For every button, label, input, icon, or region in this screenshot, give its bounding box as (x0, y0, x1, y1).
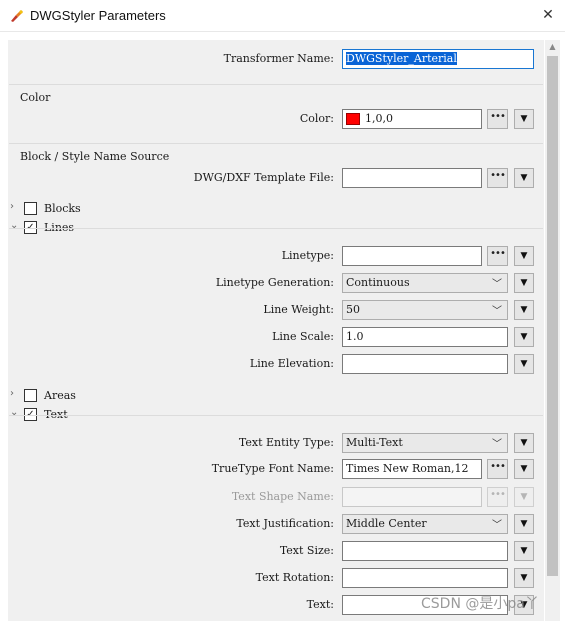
color-value: 1,0,0 (365, 112, 393, 125)
text-size-row: Text Size: ▼ (9, 541, 543, 563)
transformer-group: Transformer Name: DWGStyler_Arterial (9, 40, 543, 78)
window-title: DWGStyler Parameters (30, 8, 166, 23)
linetype-row: Linetype: ••• ▼ (9, 246, 543, 268)
linetype-generation-select[interactable]: Continuous ﹀ (342, 273, 508, 293)
text-size-label: Text Size: (279, 544, 334, 557)
text-panel: Text Entity Type: Multi-Text ﹀ ▼ TrueTyp… (9, 415, 543, 621)
linetype-generation-row: Linetype Generation: Continuous ﹀ ▼ (9, 273, 543, 295)
linetype-input[interactable] (342, 246, 482, 266)
linetype-browse-button[interactable]: ••• (487, 246, 508, 266)
text-entity-type-value: Multi-Text (346, 436, 403, 449)
areas-label: Areas (44, 389, 76, 402)
chevron-down-icon: ﹀ (492, 439, 502, 450)
text-justification-menu-button[interactable]: ▼ (514, 514, 534, 534)
line-weight-row: Line Weight: 50 ﹀ ▼ (9, 300, 543, 322)
line-weight-select[interactable]: 50 ﹀ (342, 300, 508, 320)
text-justification-value: Middle Center (346, 517, 427, 530)
vertical-scrollbar[interactable]: ▲ (545, 40, 560, 621)
truetype-font-menu-button[interactable]: ▼ (514, 459, 534, 479)
template-file-label: DWG/DXF Template File: (193, 171, 334, 184)
linetype-generation-value: Continuous (346, 276, 410, 289)
transformer-name-input[interactable]: DWGStyler_Arterial (342, 49, 534, 69)
text-entity-type-menu-button[interactable]: ▼ (514, 433, 534, 453)
linetype-menu-button[interactable]: ▼ (514, 246, 534, 266)
template-file-browse-button[interactable]: ••• (487, 168, 508, 188)
line-weight-value: 50 (346, 303, 360, 316)
truetype-font-row: TrueType Font Name: Times New Roman,12 •… (9, 459, 543, 481)
line-scale-row: Line Scale: 1.0 ▼ (9, 327, 543, 349)
truetype-font-browse-button[interactable]: ••• (487, 459, 508, 479)
text-shape-name-menu-button: ▼ (514, 487, 534, 507)
template-file-row: DWG/DXF Template File: ••• ▼ (9, 168, 543, 190)
title-bar: DWGStyler Parameters ✕ (0, 0, 565, 32)
text-shape-name-row: Text Shape Name: ••• ▼ (9, 487, 543, 509)
color-label: Color: (299, 112, 334, 125)
linetype-generation-menu-button[interactable]: ▼ (514, 273, 534, 293)
color-picker-button[interactable]: ••• (487, 109, 508, 129)
blocks-expand-icon[interactable]: › (10, 201, 20, 212)
app-icon (11, 10, 23, 22)
block-source-group: Block / Style Name Source DWG/DXF Templa… (9, 143, 543, 199)
truetype-font-label: TrueType Font Name: (211, 462, 334, 475)
text-size-menu-button[interactable]: ▼ (514, 541, 534, 561)
line-scale-label: Line Scale: (272, 330, 334, 343)
text-shape-name-input (342, 487, 482, 507)
areas-section-header[interactable]: › Areas (8, 387, 542, 405)
block-source-group-title: Block / Style Name Source (20, 150, 170, 163)
text-entity-type-row: Text Entity Type: Multi-Text ﹀ ▼ (9, 433, 543, 455)
text-justification-label: Text Justification: (236, 517, 334, 530)
color-row: Color: 1,0,0 ••• ▼ (9, 109, 543, 131)
line-elevation-menu-button[interactable]: ▼ (514, 354, 534, 374)
linetype-label: Linetype: (281, 249, 334, 262)
line-elevation-input[interactable] (342, 354, 508, 374)
text-rotation-label: Text Rotation: (255, 571, 334, 584)
line-weight-label: Line Weight: (263, 303, 334, 316)
text-size-input[interactable] (342, 541, 508, 561)
color-menu-button[interactable]: ▼ (514, 109, 534, 129)
linetype-generation-label: Linetype Generation: (215, 276, 334, 289)
color-input[interactable]: 1,0,0 (342, 109, 482, 129)
text-rotation-menu-button[interactable]: ▼ (514, 568, 534, 588)
template-file-menu-button[interactable]: ▼ (514, 168, 534, 188)
chevron-down-icon: ﹀ (492, 520, 502, 531)
scroll-up-icon[interactable]: ▲ (545, 42, 560, 54)
color-swatch[interactable] (346, 113, 360, 125)
transformer-name-value: DWGStyler_Arterial (346, 52, 457, 65)
close-icon[interactable]: ✕ (536, 5, 560, 27)
line-elevation-label: Line Elevation: (249, 357, 334, 370)
line-scale-menu-button[interactable]: ▼ (514, 327, 534, 347)
text-shape-name-label: Text Shape Name: (231, 490, 334, 503)
transformer-name-label: Transformer Name: (223, 52, 334, 65)
text-entity-type-label: Text Entity Type: (238, 436, 334, 449)
line-scale-input[interactable]: 1.0 (342, 327, 508, 347)
template-file-input[interactable] (342, 168, 482, 188)
areas-checkbox[interactable] (24, 389, 37, 402)
text-rotation-row: Text Rotation: ▼ (9, 568, 543, 590)
transformer-name-row: Transformer Name: DWGStyler_Arterial (9, 49, 543, 71)
areas-expand-icon[interactable]: › (10, 388, 20, 399)
color-group: Color Color: 1,0,0 ••• ▼ (9, 84, 543, 140)
blocks-label: Blocks (44, 202, 81, 215)
text-shape-name-browse-button: ••• (487, 487, 508, 507)
chevron-down-icon: ﹀ (492, 306, 502, 317)
parameters-panel: Transformer Name: DWGStyler_Arterial Col… (8, 40, 544, 621)
truetype-font-input[interactable]: Times New Roman,12 (342, 459, 482, 479)
color-group-title: Color (20, 91, 51, 104)
text-entity-type-select[interactable]: Multi-Text ﹀ (342, 433, 508, 453)
lines-panel: Linetype: ••• ▼ Linetype Generation: Con… (9, 228, 543, 384)
blocks-checkbox[interactable] (24, 202, 37, 215)
text-rotation-input[interactable] (342, 568, 508, 588)
chevron-down-icon: ﹀ (492, 279, 502, 290)
line-elevation-row: Line Elevation: ▼ (9, 354, 543, 376)
text-justification-select[interactable]: Middle Center ﹀ (342, 514, 508, 534)
blocks-section-header[interactable]: › Blocks (8, 200, 542, 218)
watermark: CSDN @是小pa丫 (421, 596, 539, 612)
text-content-label: Text: (306, 598, 334, 611)
line-weight-menu-button[interactable]: ▼ (514, 300, 534, 320)
text-justification-row: Text Justification: Middle Center ﹀ ▼ (9, 514, 543, 536)
scrollbar-thumb[interactable] (547, 56, 558, 576)
